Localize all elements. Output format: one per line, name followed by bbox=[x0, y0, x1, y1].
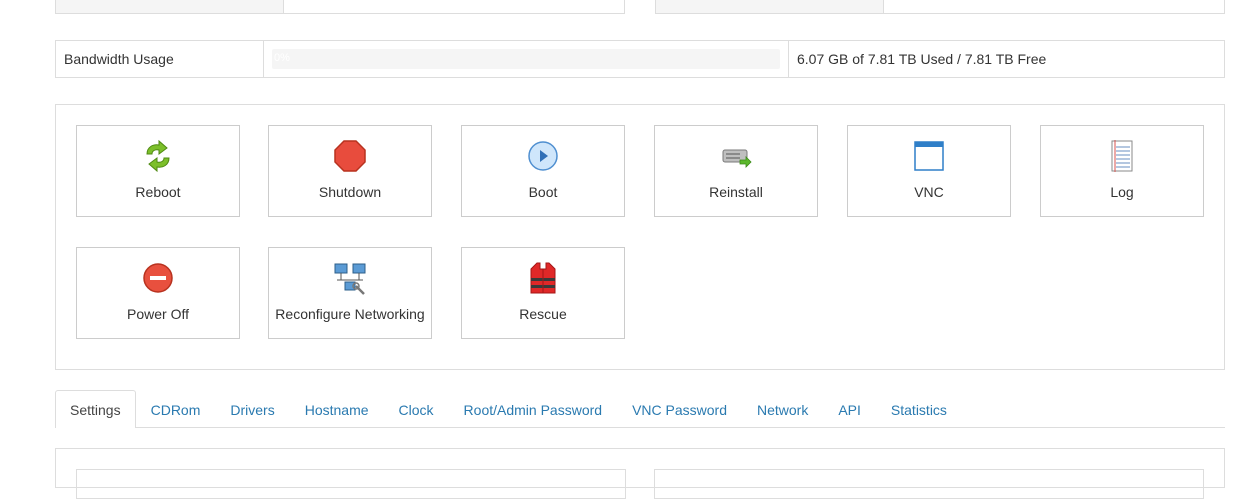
reboot-icon bbox=[146, 139, 170, 173]
info-table-left bbox=[55, 0, 625, 14]
bandwidth-progress-bar: 0% bbox=[272, 49, 780, 69]
power-off-label: Power Off bbox=[127, 306, 189, 322]
reinstall-button[interactable]: Reinstall bbox=[654, 125, 818, 217]
shutdown-button[interactable]: Shutdown bbox=[268, 125, 432, 217]
tab-drivers[interactable]: Drivers bbox=[215, 390, 289, 427]
bandwidth-usage-text: 6.07 GB of 7.81 TB Used / 7.81 TB Free bbox=[797, 51, 1047, 67]
bandwidth-percent-label: 0% bbox=[274, 52, 290, 64]
life-vest-icon bbox=[530, 262, 556, 294]
tab-statistics[interactable]: Statistics bbox=[876, 390, 962, 427]
tab-cdrom[interactable]: CDRom bbox=[136, 390, 216, 427]
stop-icon bbox=[334, 140, 366, 172]
log-icon bbox=[1111, 140, 1133, 172]
info-table-right-label-cell bbox=[656, 0, 884, 13]
boot-button[interactable]: Boot bbox=[461, 125, 625, 217]
tab-api[interactable]: API bbox=[823, 390, 876, 427]
tab-hostname[interactable]: Hostname bbox=[290, 390, 384, 427]
tab-root-admin-password[interactable]: Root/Admin Password bbox=[449, 390, 618, 427]
tab-clock[interactable]: Clock bbox=[384, 390, 449, 427]
vnc-label: VNC bbox=[914, 184, 944, 200]
server-actions-panel: Reboot Shutdown Boot Reinstall VNC Log P… bbox=[55, 104, 1225, 370]
settings-tab-panel bbox=[55, 448, 1225, 499]
settings-tabs: Settings CDRom Drivers Hostname Clock Ro… bbox=[55, 390, 1225, 428]
vnc-button[interactable]: VNC bbox=[847, 125, 1011, 217]
power-off-icon bbox=[143, 263, 173, 293]
reboot-label: Reboot bbox=[135, 184, 181, 200]
reconfigure-networking-label: Reconfigure Networking bbox=[275, 306, 425, 322]
reconfigure-networking-button[interactable]: Reconfigure Networking bbox=[268, 247, 432, 339]
tab-settings[interactable]: Settings bbox=[55, 390, 136, 428]
bandwidth-progress-cell: 0% bbox=[264, 41, 789, 77]
reinstall-icon bbox=[722, 149, 752, 168]
log-label: Log bbox=[1110, 184, 1134, 200]
info-table-left-label-cell bbox=[56, 0, 284, 13]
reinstall-label: Reinstall bbox=[709, 184, 763, 200]
tab-vnc-password[interactable]: VNC Password bbox=[617, 390, 742, 427]
window-icon bbox=[914, 141, 944, 171]
info-table-right bbox=[655, 0, 1225, 14]
bandwidth-usage-row: Bandwidth Usage 0% 6.07 GB of 7.81 TB Us… bbox=[55, 40, 1225, 78]
rescue-button[interactable]: Rescue bbox=[461, 247, 625, 339]
reboot-button[interactable]: Reboot bbox=[76, 125, 240, 217]
boot-label: Boot bbox=[528, 184, 558, 200]
settings-right-box bbox=[654, 469, 1204, 499]
power-off-button[interactable]: Power Off bbox=[76, 247, 240, 339]
shutdown-label: Shutdown bbox=[318, 184, 382, 200]
play-icon bbox=[528, 141, 558, 171]
log-button[interactable]: Log bbox=[1040, 125, 1204, 217]
bandwidth-usage-label: Bandwidth Usage bbox=[56, 41, 264, 77]
network-icon bbox=[334, 263, 366, 295]
tab-network[interactable]: Network bbox=[742, 390, 823, 427]
rescue-label: Rescue bbox=[519, 306, 567, 322]
settings-left-box bbox=[76, 469, 626, 499]
